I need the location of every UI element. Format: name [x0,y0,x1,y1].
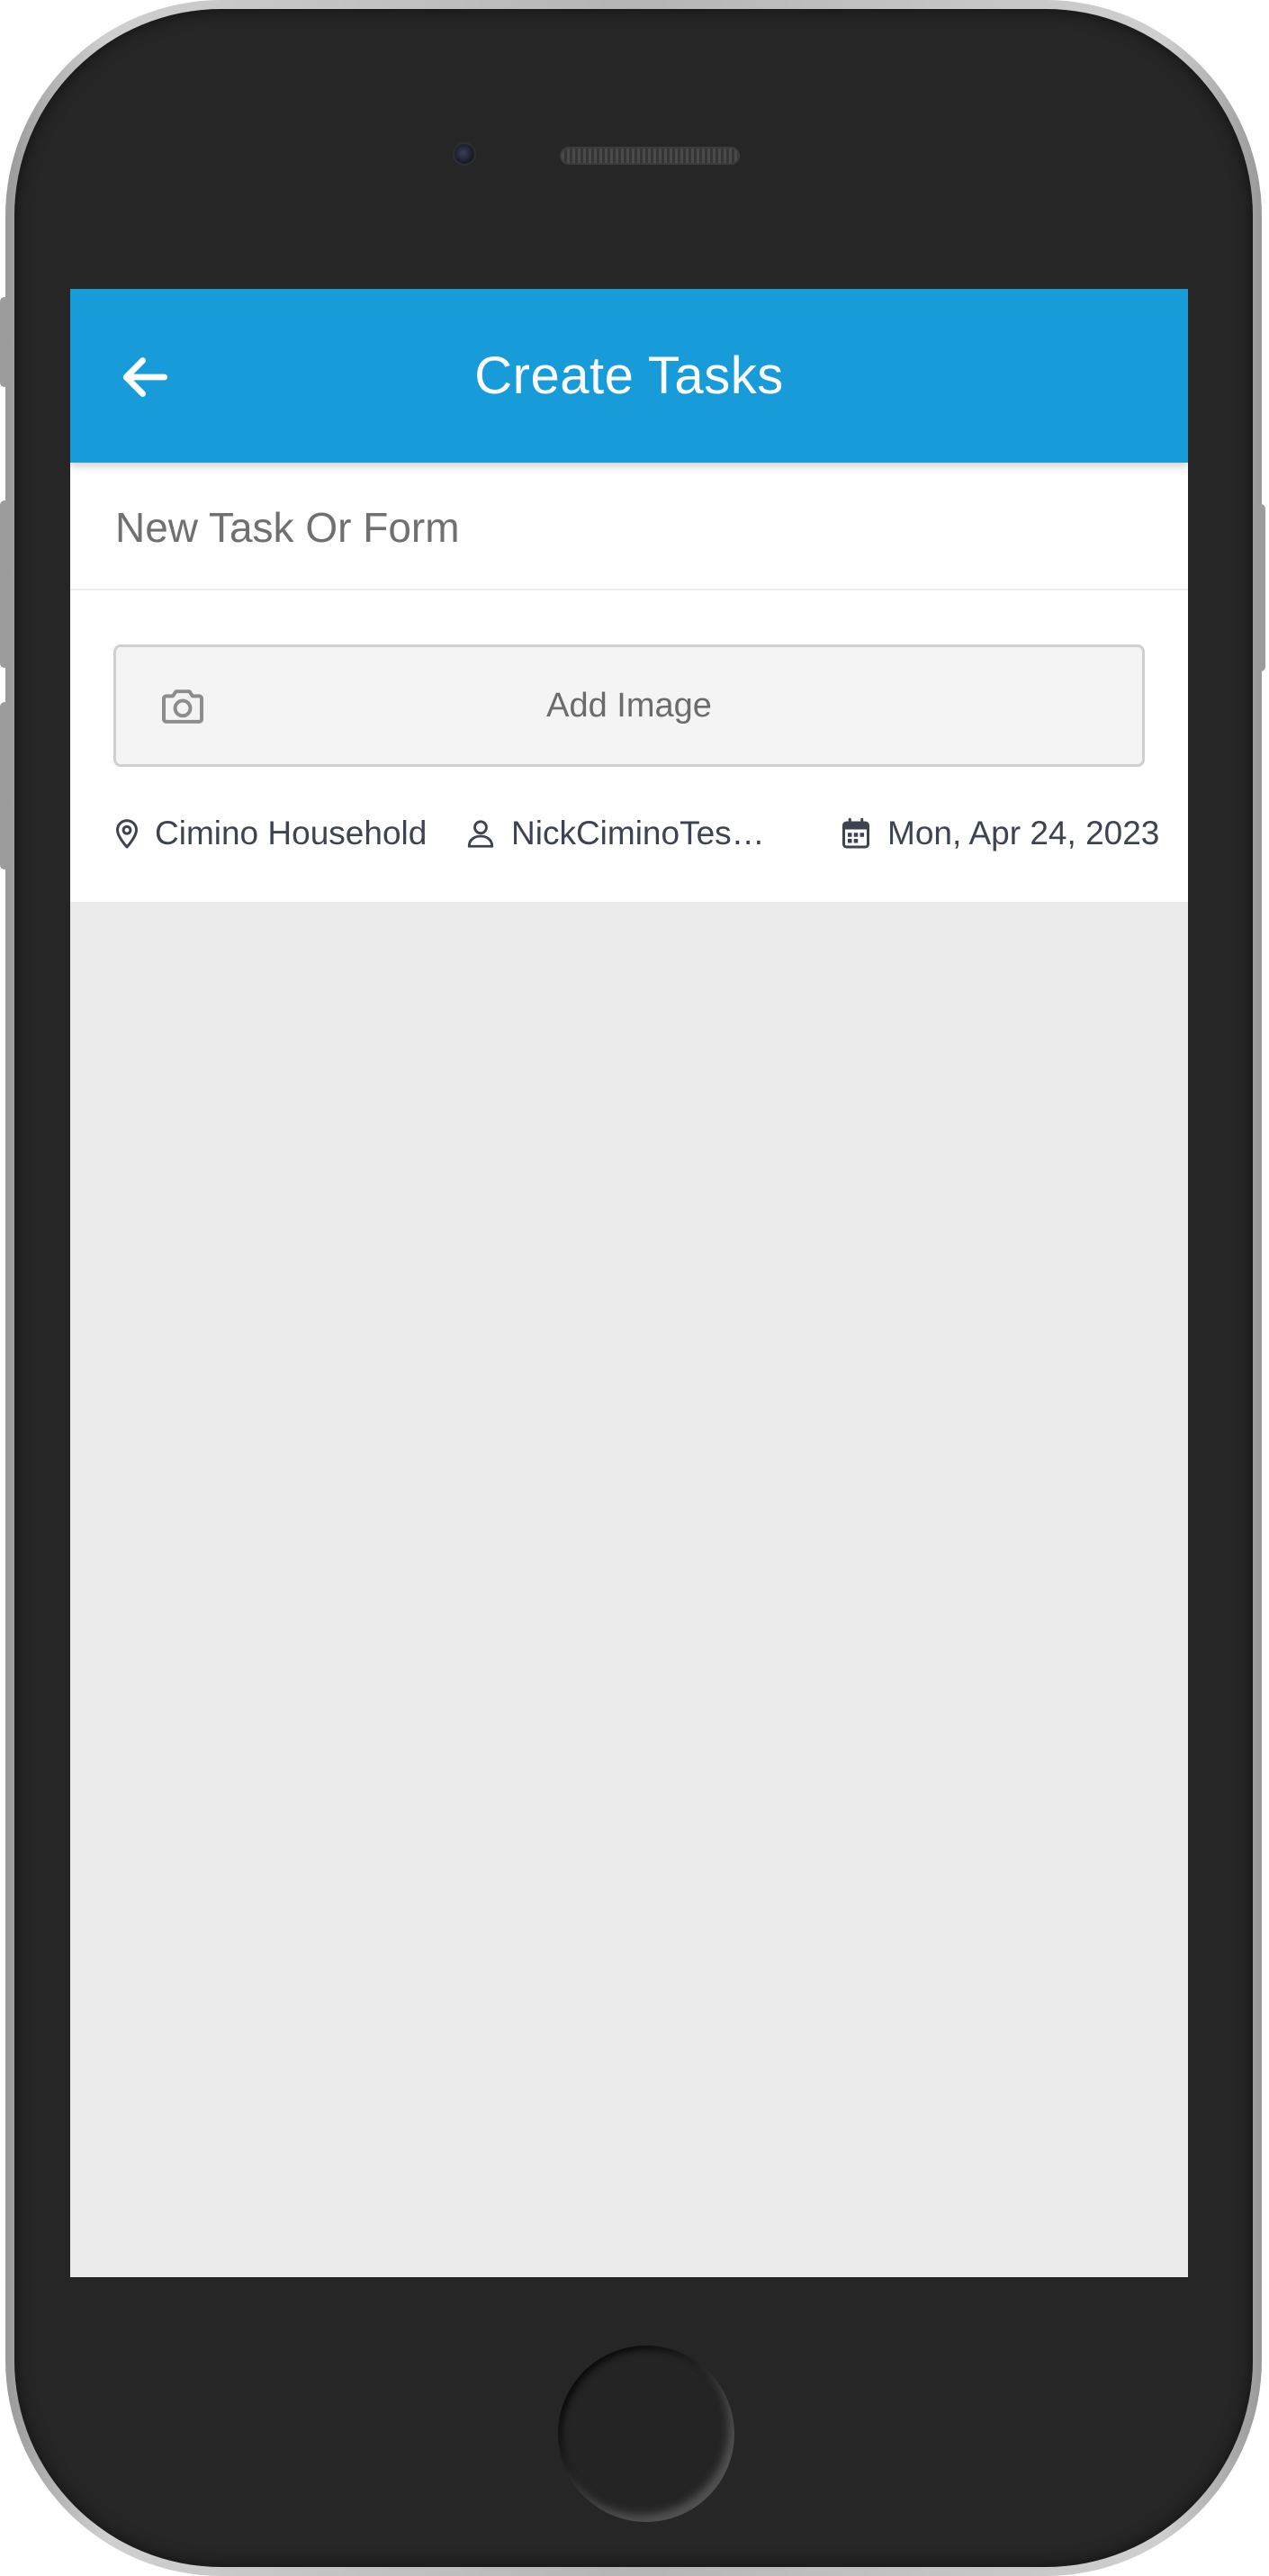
assignee-selector[interactable]: NickCiminoTest … [464,806,770,860]
back-button[interactable] [106,339,182,415]
volume-down-button [0,702,9,869]
location-label: Cimino Household [155,815,428,851]
user-icon [467,820,494,848]
task-name-input[interactable] [115,482,1150,572]
add-image-button[interactable]: Add Image [113,644,1145,767]
empty-content-area [70,902,1188,2277]
home-button[interactable] [558,2346,734,2522]
task-details-card: Add Image Cimino Household NickCiminoTes… [70,590,1188,902]
due-date-label: Mon, Apr 24, 2023 [887,815,1160,851]
map-pin-icon [116,819,138,849]
task-name-row [70,463,1188,590]
add-image-label: Add Image [546,687,712,725]
calendar-icon [842,817,869,849]
due-date-selector[interactable]: Mon, Apr 24, 2023 [841,806,1159,860]
front-camera [453,142,476,166]
app-screen: Create Tasks Add Image Cimino Household [70,289,1188,2277]
task-meta-row: Cimino Household NickCiminoTest … Mon, A… [113,806,1159,860]
power-button [1256,504,1265,671]
silent-switch [0,297,9,387]
earpiece-speaker [560,147,740,165]
location-selector[interactable]: Cimino Household [113,806,427,860]
arrow-left-icon [122,357,168,397]
assignee-label: NickCiminoTest … [511,815,770,851]
app-header: Create Tasks [70,289,1188,463]
volume-up-button [0,500,9,668]
page-title: Create Tasks [474,347,784,405]
